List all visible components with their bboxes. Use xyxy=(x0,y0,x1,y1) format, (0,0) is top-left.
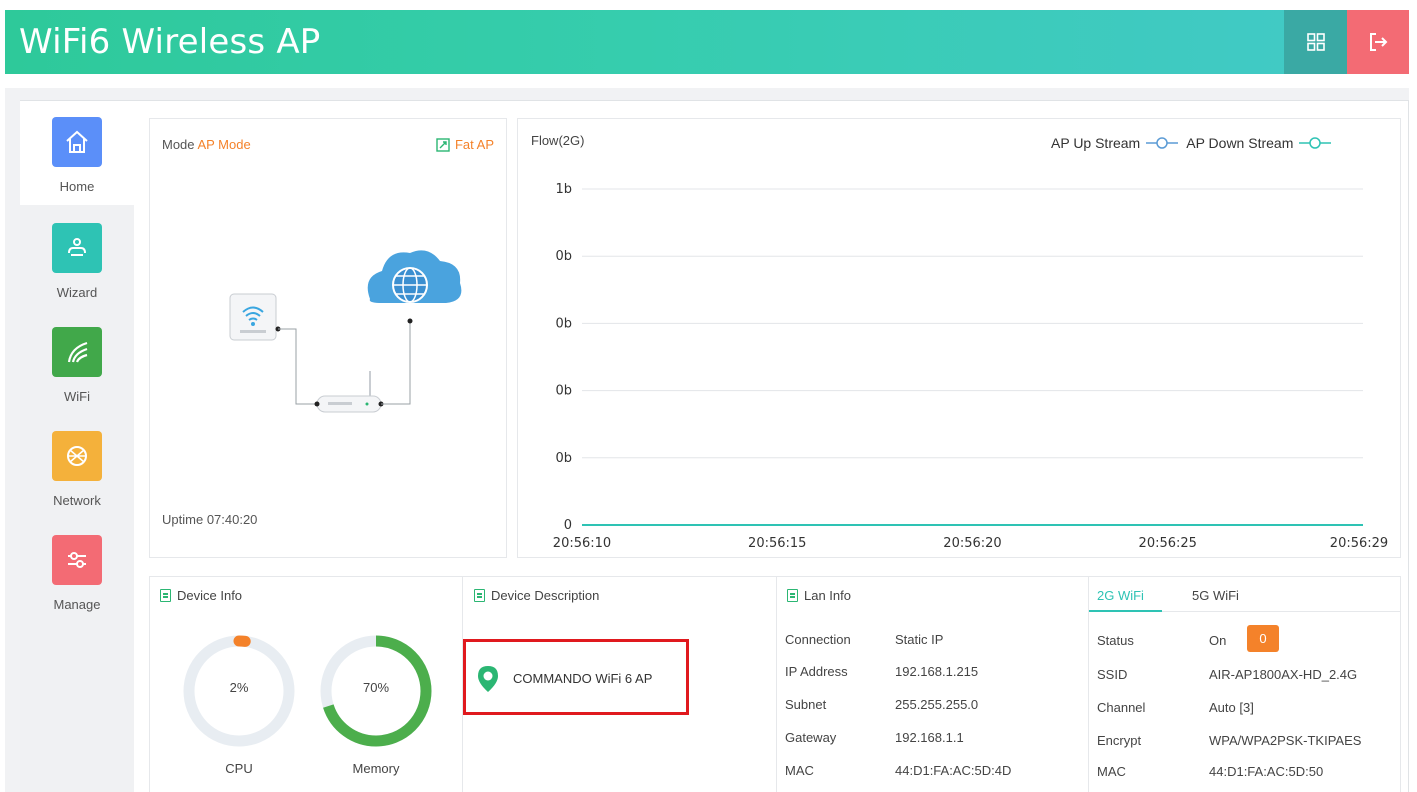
mode-line: Mode AP Mode xyxy=(162,137,251,152)
uptime-label: Uptime xyxy=(162,512,204,527)
mode-label: Mode xyxy=(162,137,195,152)
lan-value: Static IP xyxy=(895,632,944,647)
top-header: WiFi6 Wireless AP xyxy=(5,10,1409,74)
y-tick-label: 0 xyxy=(564,518,572,533)
home-icon xyxy=(52,117,102,167)
sidebar-item-wifi[interactable]: WiFi xyxy=(20,309,134,413)
logout-button[interactable] xyxy=(1347,10,1409,74)
y-tick-label: 1b xyxy=(555,182,572,197)
tab-divider xyxy=(1162,611,1401,612)
wifi-key: SSID xyxy=(1097,667,1128,682)
flow-chart-card: Flow(2G) AP Up Stream AP Down Stream 1b 0… xyxy=(517,118,1401,558)
cloud-internet-icon xyxy=(367,250,462,324)
device-description-title-text: Device Description xyxy=(491,588,600,603)
location-pin-icon xyxy=(478,666,498,692)
lan-value: 192.168.1.1 xyxy=(895,730,964,745)
sidebar-label: Wizard xyxy=(56,285,98,300)
app-title: WiFi6 Wireless AP xyxy=(19,22,321,62)
document-icon xyxy=(160,589,171,602)
device-description-text: COMMANDO WiFi 6 AP xyxy=(513,671,653,686)
sidebar: Home Wizard WiFi Network Manage xyxy=(20,101,134,792)
fat-ap-label: Fat AP xyxy=(454,137,494,152)
mode-value: AP Mode xyxy=(197,137,251,152)
apps-grid-button[interactable] xyxy=(1284,10,1347,74)
sidebar-label: WiFi xyxy=(64,389,90,404)
memory-label: Memory xyxy=(352,761,400,776)
access-point-icon xyxy=(229,293,281,341)
lan-value: 44:D1:FA:AC:5D:4D xyxy=(895,763,1012,778)
device-description-title: Device Description xyxy=(474,588,599,603)
x-tick-label: 20:56:25 xyxy=(1139,536,1197,551)
lan-key: Gateway xyxy=(785,730,837,745)
y-tick-label: 0b xyxy=(555,384,572,399)
topology-illustration xyxy=(229,250,462,413)
x-tick-label: 20:56:15 xyxy=(748,536,806,551)
divider xyxy=(776,577,777,792)
active-tab-underline xyxy=(1089,610,1162,612)
sidebar-label: Manage xyxy=(53,597,101,612)
wifi-value: 44:D1:FA:AC:5D:50 xyxy=(1209,764,1324,779)
wifi-key: MAC xyxy=(1097,764,1126,779)
sidebar-label: Home xyxy=(59,179,95,194)
wifi-status-value: On xyxy=(1209,633,1227,648)
router-icon xyxy=(314,371,384,413)
wifi-value: WPA/WPA2PSK-TKIPAES xyxy=(1209,733,1362,748)
tab-2g-wifi[interactable]: 2G WiFi xyxy=(1097,588,1144,603)
document-icon xyxy=(787,589,798,602)
sidebar-item-manage[interactable]: Manage xyxy=(20,517,134,621)
wizard-icon xyxy=(52,223,102,273)
lan-info-title-text: Lan Info xyxy=(804,588,851,603)
y-tick-label: 0b xyxy=(555,451,572,466)
flow-chart: 1b 0b 0b 0b 0b 0 20:56:10 20:56:15 20:56:20 20:56… xyxy=(553,182,1388,551)
lan-info-title: Lan Info xyxy=(787,588,851,603)
device-info-title: Device Info xyxy=(160,588,242,603)
tab-5g-wifi[interactable]: 5G WiFi xyxy=(1192,588,1239,603)
sidebar-label: Network xyxy=(53,493,101,508)
network-icon xyxy=(52,431,102,481)
sidebar-item-network[interactable]: Network xyxy=(20,413,134,517)
wifi-key: Status xyxy=(1097,633,1134,648)
fat-ap-button[interactable]: Fat AP xyxy=(436,137,494,152)
lan-value: 192.168.1.215 xyxy=(895,664,979,679)
wifi-value: AIR-AP1800AX-HD_2.4G xyxy=(1209,667,1358,682)
y-tick-label: 0b xyxy=(555,316,572,331)
x-tick-label: 20:56:10 xyxy=(553,536,611,551)
wifi-value: Auto [3] xyxy=(1209,700,1254,715)
sidebar-item-home[interactable]: Home xyxy=(20,101,134,205)
grid-icon xyxy=(1306,33,1325,51)
wifi-key: Channel xyxy=(1097,700,1146,715)
status-badge: 0 xyxy=(1247,625,1279,652)
mode-card: Mode AP Mode Fat AP Uptime 07:40:20 xyxy=(149,118,507,558)
wifi-icon xyxy=(52,327,102,377)
device-description-box[interactable]: COMMANDO WiFi 6 AP xyxy=(463,639,689,715)
lan-value: 255.255.255.0 xyxy=(895,697,979,712)
cpu-value: 2% xyxy=(229,680,249,695)
memory-value: 70% xyxy=(362,680,390,695)
edit-icon xyxy=(436,137,450,152)
lan-key: IP Address xyxy=(785,664,848,679)
wifi-key: Encrypt xyxy=(1097,733,1142,748)
x-tick-label: 20:56:20 xyxy=(943,536,1001,551)
logout-icon xyxy=(1370,33,1388,51)
lan-key: Connection xyxy=(785,632,851,647)
device-info-title-text: Device Info xyxy=(177,588,243,603)
sidebar-item-wizard[interactable]: Wizard xyxy=(20,205,134,309)
cpu-label: CPU xyxy=(225,761,253,776)
manage-icon xyxy=(52,535,102,585)
document-icon xyxy=(474,589,485,602)
lan-key: Subnet xyxy=(785,697,827,712)
x-tick-label: 20:56:29 xyxy=(1330,536,1388,551)
y-tick-label: 0b xyxy=(555,249,572,264)
lan-key: MAC xyxy=(785,763,814,778)
uptime-value: 07:40:20 xyxy=(206,512,258,527)
uptime-line: Uptime 07:40:20 xyxy=(162,512,257,527)
